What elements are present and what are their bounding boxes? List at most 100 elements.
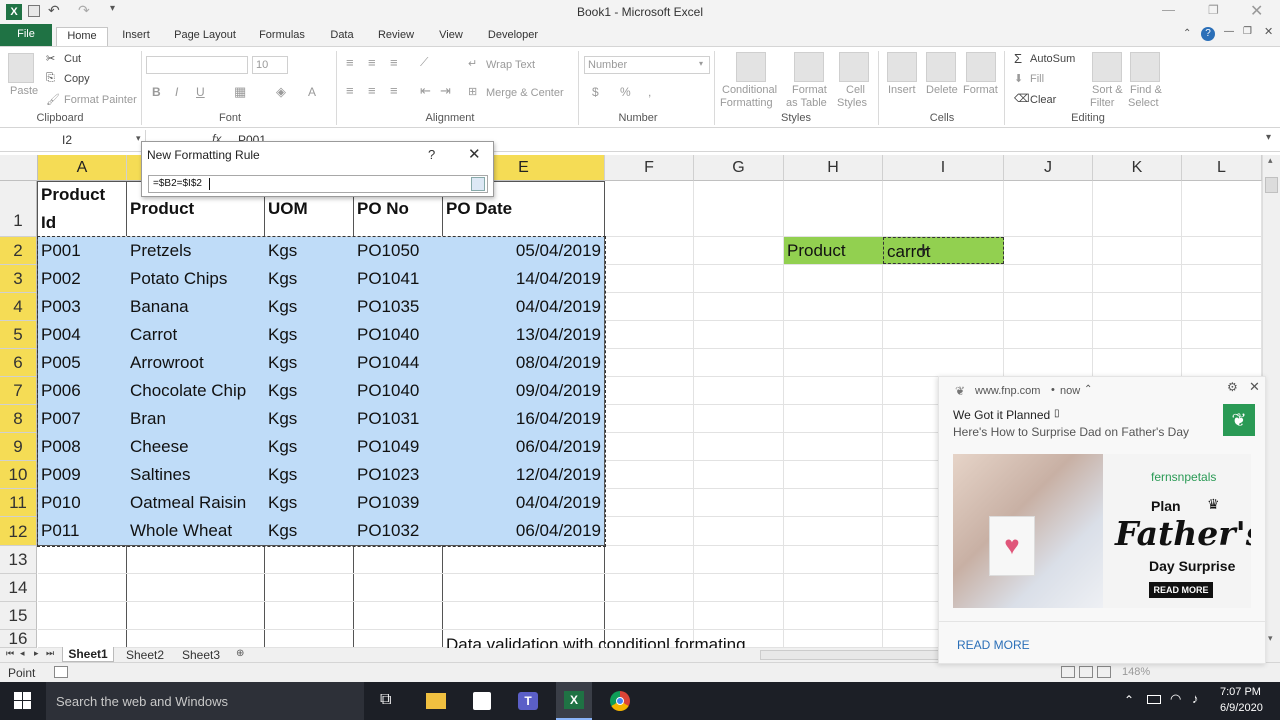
format-as-table-label-2[interactable]: as Table xyxy=(786,97,827,109)
page-layout-view-icon[interactable] xyxy=(1079,666,1093,678)
autosum-button[interactable]: AutoSum xyxy=(1030,53,1075,65)
find-select-label-2[interactable]: Select xyxy=(1128,97,1159,109)
row-header-14[interactable]: 14 xyxy=(0,574,37,602)
align-top-icon[interactable]: ≡ xyxy=(346,55,354,70)
row-header-9[interactable]: 9 xyxy=(0,433,37,461)
row-header-13[interactable]: 13 xyxy=(0,546,37,574)
align-left-icon[interactable]: ≡ xyxy=(346,83,354,98)
tab-formulas[interactable]: Formulas xyxy=(254,27,310,46)
row-header-7[interactable]: 7 xyxy=(0,377,37,405)
row-header-11[interactable]: 11 xyxy=(0,489,37,517)
find-select-icon[interactable] xyxy=(1130,52,1160,82)
align-middle-icon[interactable]: ≡ xyxy=(368,55,376,70)
row-header-8[interactable]: 8 xyxy=(0,405,37,433)
row-header-16[interactable]: 16 xyxy=(0,630,37,648)
indent-decrease-icon[interactable]: ⇤ xyxy=(420,83,431,99)
delete-cells-icon[interactable] xyxy=(926,52,956,82)
row-header-15[interactable]: 15 xyxy=(0,602,37,630)
macro-record-icon[interactable] xyxy=(54,666,68,678)
tab-page-layout[interactable]: Page Layout xyxy=(170,27,240,46)
format-as-table-icon[interactable] xyxy=(794,52,824,82)
lookup-value-cell[interactable]: carrot xyxy=(883,237,1004,264)
fill-color-icon[interactable]: ◈ xyxy=(276,84,286,100)
paste-button[interactable]: Paste xyxy=(10,85,38,97)
wifi-icon[interactable]: ◠ xyxy=(1170,691,1181,707)
save-icon[interactable] xyxy=(28,5,40,17)
normal-view-icon[interactable] xyxy=(1061,666,1075,678)
insert-cells-button[interactable]: Insert xyxy=(888,84,916,96)
teams-icon[interactable]: T xyxy=(518,692,538,710)
insert-sheet-icon[interactable]: ⊕ xyxy=(236,648,244,659)
row-header-2[interactable]: 2 xyxy=(0,237,37,265)
italic-button[interactable]: I xyxy=(175,85,178,99)
workbook-restore-icon[interactable]: ❐ xyxy=(1243,26,1252,37)
sort-filter-icon[interactable] xyxy=(1092,52,1122,82)
sheet-tab-sheet2[interactable]: Sheet2 xyxy=(120,648,170,662)
align-right-icon[interactable]: ≡ xyxy=(390,83,398,98)
name-box[interactable]: I2 ▾ xyxy=(0,130,146,150)
indent-increase-icon[interactable]: ⇥ xyxy=(440,83,451,99)
insert-cells-icon[interactable] xyxy=(887,52,917,82)
column-header-g[interactable]: G xyxy=(694,155,784,181)
row-header-6[interactable]: 6 xyxy=(0,349,37,377)
format-painter-icon[interactable]: 🖌 xyxy=(46,93,60,106)
clear-button[interactable]: Clear xyxy=(1030,94,1056,106)
help-icon[interactable]: ? xyxy=(1201,27,1215,41)
paste-icon[interactable] xyxy=(8,53,34,83)
scroll-down-icon[interactable]: ▾ xyxy=(1268,633,1273,644)
taskbar-search-box[interactable]: Search the web and Windows xyxy=(46,682,364,720)
taskbar-date[interactable]: 6/9/2020 xyxy=(1220,702,1263,714)
horizontal-scrollbar[interactable] xyxy=(760,650,940,660)
cell-styles-icon[interactable] xyxy=(839,52,869,82)
autosum-icon[interactable]: Σ xyxy=(1014,51,1022,66)
font-size-box[interactable]: 10 xyxy=(252,56,288,74)
formula-field[interactable]: =$B2=$I$2 xyxy=(148,175,488,193)
format-cells-button[interactable]: Format xyxy=(963,84,998,96)
column-header-j[interactable]: J xyxy=(1004,155,1093,181)
read-more-link[interactable]: READ MORE xyxy=(957,638,1030,652)
column-header-f[interactable]: F xyxy=(605,155,694,181)
select-all-corner[interactable] xyxy=(0,155,38,181)
column-header-l[interactable]: L xyxy=(1182,155,1262,181)
tab-file[interactable]: File xyxy=(0,24,52,46)
expand-formula-bar-icon[interactable]: ▾ xyxy=(1266,132,1271,143)
copy-icon[interactable]: ⎘ xyxy=(46,72,55,85)
tab-insert[interactable]: Insert xyxy=(114,27,158,46)
conditional-formatting-label-1[interactable]: Conditional xyxy=(722,84,777,96)
align-center-icon[interactable]: ≡ xyxy=(368,83,376,98)
borders-icon[interactable]: ▦ xyxy=(234,84,246,100)
number-format-box[interactable]: Number ▾ xyxy=(584,56,710,74)
prev-sheet-icon[interactable]: ◂ xyxy=(20,648,25,659)
task-view-icon[interactable]: ⧉ xyxy=(380,691,391,709)
wrap-text-button[interactable]: Wrap Text xyxy=(486,59,535,71)
find-select-label-1[interactable]: Find & xyxy=(1130,84,1162,96)
windows-start-icon[interactable] xyxy=(14,692,32,710)
merge-icon[interactable]: ⊞ xyxy=(468,85,477,98)
orientation-icon[interactable]: ⟋ xyxy=(420,55,428,70)
cell-styles-label-2[interactable]: Styles xyxy=(837,97,867,109)
minimize-icon[interactable]: — xyxy=(1162,2,1175,17)
row-header-1[interactable]: 1 xyxy=(0,181,37,237)
column-header-a[interactable]: A xyxy=(38,155,127,181)
currency-button[interactable]: $ xyxy=(592,85,599,99)
scroll-up-icon[interactable]: ▴ xyxy=(1268,155,1273,166)
conditional-formatting-label-2[interactable]: Formatting xyxy=(720,97,773,109)
cut-button[interactable]: Cut xyxy=(64,53,81,65)
column-header-h[interactable]: H xyxy=(784,155,883,181)
font-color-button[interactable]: A xyxy=(308,85,316,99)
notification-toast[interactable]: ❦ www.fnp.com • now ⌃ ⚙ ✕ We Got it Plan… xyxy=(938,376,1267,664)
bold-button[interactable]: B xyxy=(152,85,161,99)
column-header-i[interactable]: I xyxy=(883,155,1004,181)
tab-view[interactable]: View xyxy=(434,27,468,46)
customize-icon[interactable]: ▾ xyxy=(110,3,115,14)
tab-review[interactable]: Review xyxy=(372,27,420,46)
align-bottom-icon[interactable]: ≡ xyxy=(390,55,398,70)
sheet-tab-sheet3[interactable]: Sheet3 xyxy=(176,648,226,662)
merge-center-button[interactable]: Merge & Center xyxy=(486,87,564,99)
tab-home[interactable]: Home xyxy=(56,27,108,46)
comma-button[interactable]: , xyxy=(648,85,651,99)
vertical-scroll-thumb[interactable] xyxy=(1265,177,1278,193)
volume-icon[interactable]: ♪ xyxy=(1192,691,1199,706)
delete-cells-button[interactable]: Delete xyxy=(926,84,958,96)
row-header-4[interactable]: 4 xyxy=(0,293,37,321)
